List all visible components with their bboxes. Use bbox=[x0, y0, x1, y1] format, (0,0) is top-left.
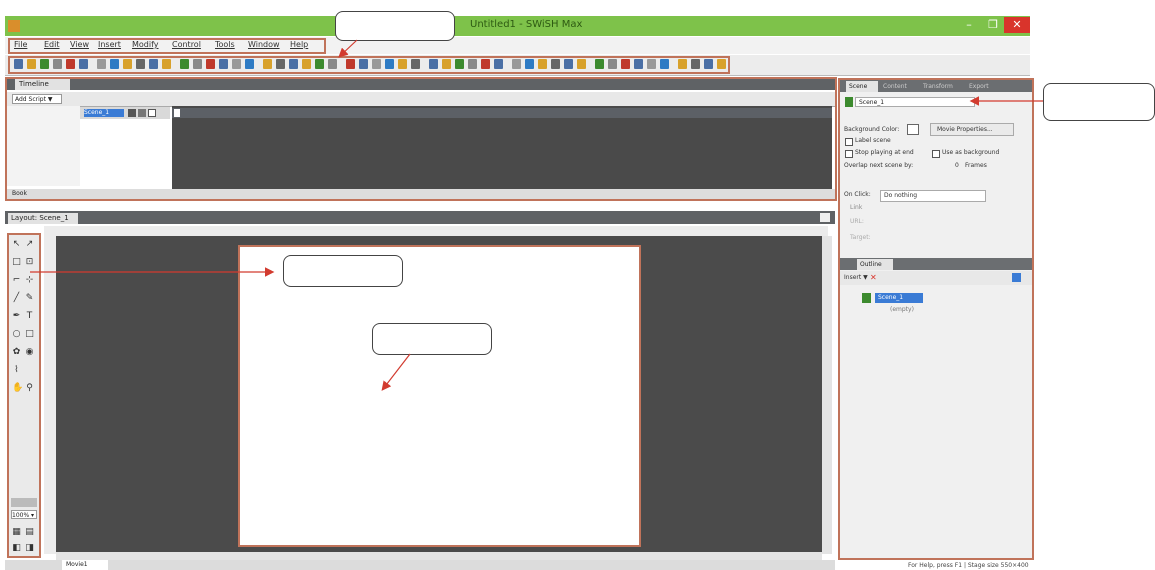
callout-arrows bbox=[30, 39, 1043, 391]
